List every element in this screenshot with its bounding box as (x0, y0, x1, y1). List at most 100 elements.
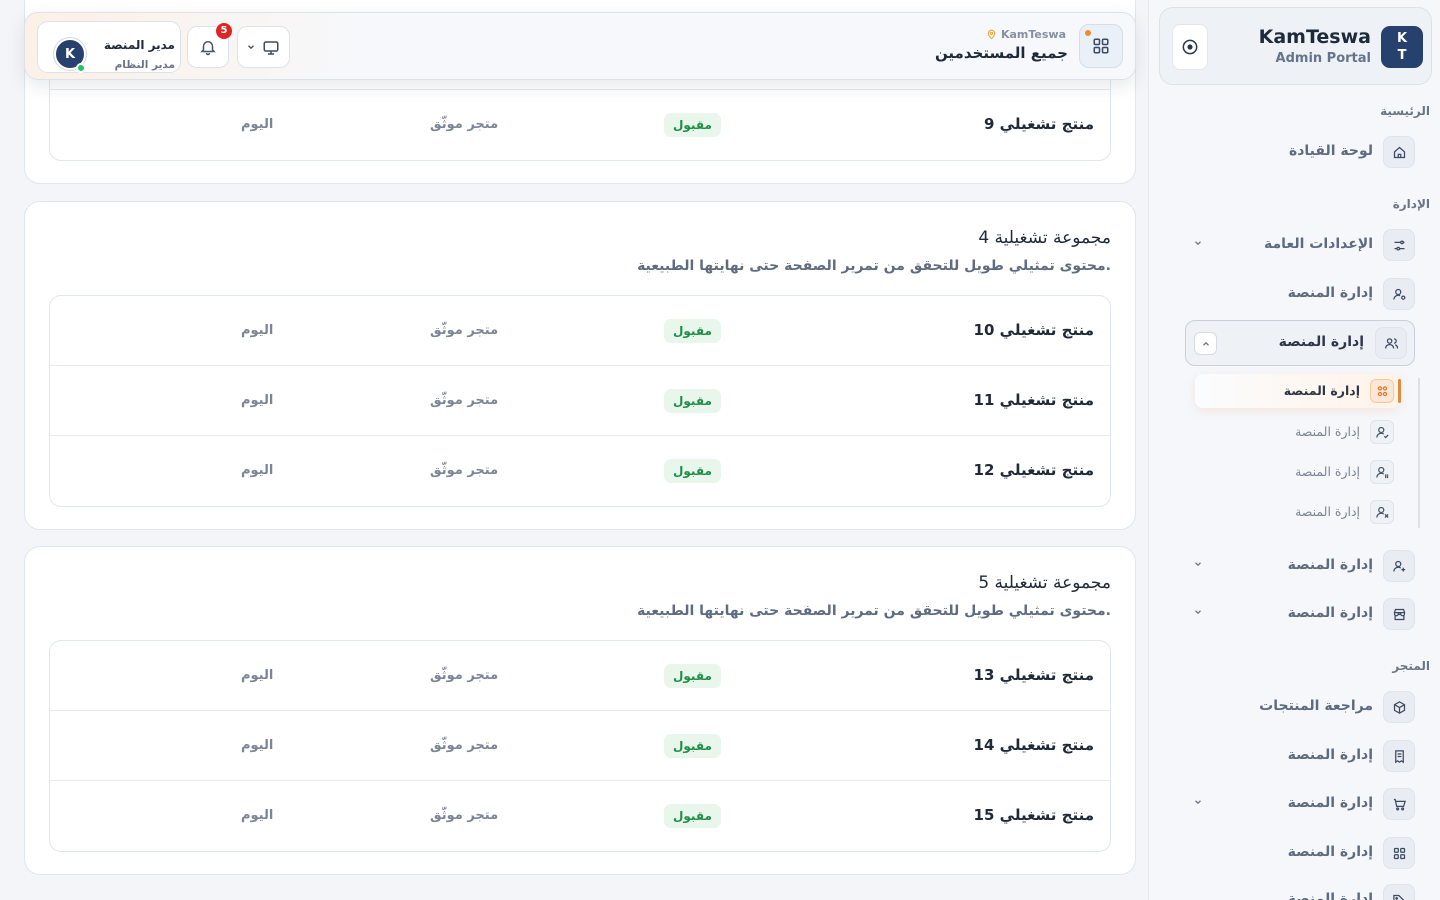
product-name: منتج تشغيلي 11 (973, 391, 1094, 409)
tag-icon (1383, 884, 1415, 900)
product-name: منتج تشغيلي 13 (973, 666, 1094, 684)
chevron-down-icon (1193, 238, 1207, 252)
apps-menu-button[interactable] (1079, 24, 1123, 68)
location-pin-icon (986, 29, 997, 40)
store-cell: متجر موثّق (430, 393, 499, 408)
date-cell: اليوم (241, 323, 274, 338)
table-row[interactable]: منتج تشغيلي 11 مقبول متجر موثّق اليوم (50, 366, 1110, 436)
table-row[interactable]: منتج تشغيلي 9 مقبول متجر موثّق اليوم (50, 90, 1110, 160)
group-card: مجموعة تشغيلية 5 محتوى تمثيلي طويل للتحق… (24, 546, 1136, 875)
submenu-item-all-users[interactable]: إدارة المنصة (1195, 374, 1401, 408)
active-indicator (1398, 379, 1401, 403)
sidebar-item-stores[interactable]: إدارة المنصة (1185, 594, 1415, 634)
breadcrumb-label: KamTeswa (1000, 28, 1066, 41)
section-title-admin: الإدارة (1392, 197, 1430, 211)
sliders-icon (1383, 229, 1415, 261)
sidebar: K T KamTeswa Admin Portal الرئيسية لوحة … (1148, 0, 1440, 900)
user-x-icon (1370, 500, 1394, 524)
user-role: مدير النظام (114, 59, 175, 71)
sidebar-item-orders[interactable]: إدارة المنصة (1185, 784, 1415, 824)
date-cell: اليوم (241, 393, 274, 408)
user-group-icon (1370, 379, 1394, 403)
product-name: منتج تشغيلي 15 (973, 806, 1094, 824)
sidebar-item-product-review[interactable]: مراجعة المنتجات (1185, 687, 1415, 727)
status-badge: مقبول (664, 664, 721, 688)
sidebar-item-invoices[interactable]: إدارة المنصة (1185, 736, 1415, 776)
status-badge: مقبول (664, 319, 721, 343)
table-row[interactable]: منتج تشغيلي 12 مقبول متجر موثّق اليوم (50, 436, 1110, 506)
product-name: منتج تشغيلي 14 (973, 736, 1094, 754)
bell-icon (199, 38, 217, 56)
date-cell: اليوم (241, 668, 274, 683)
home-icon (1383, 136, 1415, 168)
indicator-dot (1085, 30, 1091, 36)
user-menu[interactable]: K مدير المنصة مدير النظام (37, 21, 181, 73)
product-name: منتج تشغيلي 9 (983, 115, 1094, 133)
table-row[interactable]: منتج تشغيلي 14 مقبول متجر موثّق اليوم (50, 711, 1110, 781)
store-icon (1383, 598, 1415, 630)
sidebar-item-users[interactable]: إدارة المنصة (1185, 320, 1415, 366)
store-cell: متجر موثّق (430, 668, 499, 683)
section-title-store: المتجر (1392, 659, 1430, 673)
store-cell: متجر موثّق (430, 463, 499, 478)
target-icon (1180, 37, 1200, 57)
sidebar-item-invites[interactable]: إدارة المنصة (1185, 546, 1415, 586)
table-row[interactable]: منتج تشغيلي 15 مقبول متجر موثّق اليوم (50, 781, 1110, 851)
sidebar-item-tags[interactable]: إدارة المنصة (1185, 880, 1415, 900)
user-plus-icon (1383, 550, 1415, 582)
sidebar-item-label: لوحة القيادة (1288, 143, 1373, 159)
cart-icon (1383, 788, 1415, 820)
brand-subtitle: Admin Portal (1275, 51, 1371, 66)
status-badge: مقبول (664, 459, 721, 483)
sidebar-item-label: إدارة المنصة (1287, 795, 1373, 811)
group-description: محتوى تمثيلي طويل للتحقق من تمرير الصفحة… (637, 258, 1111, 274)
monitor-icon (262, 39, 280, 57)
collapse-button[interactable] (1194, 332, 1217, 355)
sidebar-item-label: إدارة المنصة (1287, 557, 1373, 573)
notifications-button[interactable]: 5 (187, 23, 232, 68)
table-row[interactable]: منتج تشغيلي 10 مقبول متجر موثّق اليوم (50, 296, 1110, 366)
status-badge: مقبول (664, 113, 721, 137)
table-row[interactable]: منتج تشغيلي 13 مقبول متجر موثّق اليوم (50, 641, 1110, 711)
box-icon (1383, 691, 1415, 723)
user-name: مدير المنصة (103, 38, 175, 52)
user-cog-icon (1383, 278, 1415, 310)
group-card: مجموعة تشغيلية 4 محتوى تمثيلي طويل للتحق… (24, 201, 1136, 530)
chevron-down-icon (1193, 607, 1207, 621)
sidebar-item-dashboard[interactable]: لوحة القيادة (1185, 132, 1415, 172)
date-cell: اليوم (241, 738, 274, 753)
status-badge: مقبول (664, 734, 721, 758)
group-description: محتوى تمثيلي طويل للتحقق من تمرير الصفحة… (637, 603, 1111, 619)
product-name: منتج تشغيلي 10 (973, 321, 1094, 339)
sidebar-item-label: إدارة المنصة (1287, 747, 1373, 763)
receipt-icon (1383, 740, 1415, 772)
date-cell: اليوم (241, 117, 274, 132)
sidebar-item-label: إدارة المنصة (1287, 285, 1373, 301)
logo-letter: K (1396, 31, 1408, 46)
sidebar-item-general-settings[interactable]: الإعدادات العامة (1185, 225, 1415, 265)
user-pause-icon (1370, 460, 1394, 484)
submenu-item-paused-users[interactable]: إدارة المنصة (1195, 455, 1400, 489)
breadcrumb[interactable]: KamTeswa (986, 28, 1066, 41)
grid-icon (1092, 37, 1110, 55)
sidebar-item-label: إدارة المنصة (1287, 605, 1373, 621)
submenu-item-active-users[interactable]: إدارة المنصة (1195, 415, 1400, 449)
submenu-item-label: إدارة المنصة (1295, 504, 1360, 519)
status-badge: مقبول (664, 804, 721, 828)
sidebar-item-categories[interactable]: إدارة المنصة (1185, 833, 1415, 873)
logo-letter: T (1397, 48, 1407, 63)
sidebar-toggle-button[interactable] (1172, 24, 1208, 70)
submenu-item-label: إدارة المنصة (1295, 424, 1360, 439)
submenu-item-blocked-users[interactable]: إدارة المنصة (1195, 495, 1400, 529)
store-cell: متجر موثّق (430, 117, 499, 132)
date-cell: اليوم (241, 808, 274, 823)
chevron-down-icon (1193, 797, 1207, 811)
products-table: منتج تشغيلي 13 مقبول متجر موثّق اليوم من… (49, 640, 1111, 852)
date-cell: اليوم (241, 463, 274, 478)
chevron-down-icon (246, 42, 256, 52)
group-title: مجموعة تشغيلية 5 (978, 573, 1111, 593)
notification-count-badge: 5 (216, 23, 232, 39)
display-mode-button[interactable] (237, 26, 290, 68)
sidebar-item-platform-admins[interactable]: إدارة المنصة (1185, 274, 1415, 314)
sidebar-item-label: مراجعة المنتجات (1259, 698, 1373, 714)
